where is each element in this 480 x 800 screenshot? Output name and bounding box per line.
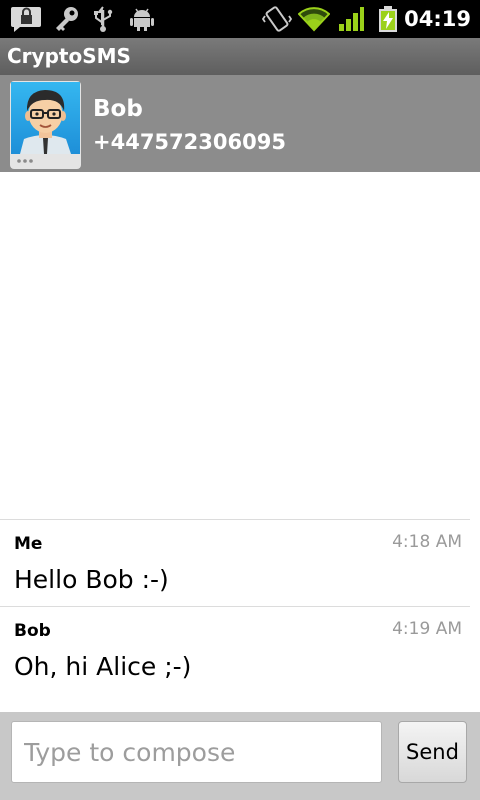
status-bar: 04:19 <box>0 0 480 38</box>
compose-input[interactable] <box>11 721 382 783</box>
signal-icon <box>339 7 364 31</box>
usb-icon <box>94 6 113 32</box>
message-body: Hello Bob :-) <box>14 565 169 594</box>
contact-number: +447572306095 <box>93 130 286 154</box>
contact-name: Bob <box>93 96 143 122</box>
android-debug-icon <box>130 8 154 31</box>
vibrate-icon <box>262 6 292 32</box>
status-time: 04:19 <box>404 7 471 31</box>
message-sender: Bob <box>14 621 51 641</box>
send-button[interactable]: Send <box>398 721 467 783</box>
key-icon <box>56 7 78 31</box>
list-item[interactable]: Me 4:18 AM Hello Bob :-) <box>0 519 470 606</box>
list-item[interactable]: Bob 4:19 AM Oh, hi Alice ;-) <box>0 606 470 693</box>
message-time: 4:18 AM <box>392 532 462 552</box>
wifi-icon <box>298 7 330 32</box>
battery-charging-icon <box>379 6 397 32</box>
message-list[interactable]: Me 4:18 AM Hello Bob :-) Bob 4:19 AM Oh,… <box>0 172 480 712</box>
message-sender: Me <box>14 534 43 554</box>
contact-header[interactable]: Bob +447572306095 <box>0 75 480 172</box>
message-time: 4:19 AM <box>392 619 462 639</box>
compose-bar: Send <box>0 712 480 800</box>
message-body: Oh, hi Alice ;-) <box>14 652 192 681</box>
app-title: CryptoSMS <box>7 44 131 68</box>
title-bar: CryptoSMS <box>0 38 480 75</box>
avatar[interactable] <box>10 81 81 169</box>
secure-notification-icon <box>11 7 41 32</box>
